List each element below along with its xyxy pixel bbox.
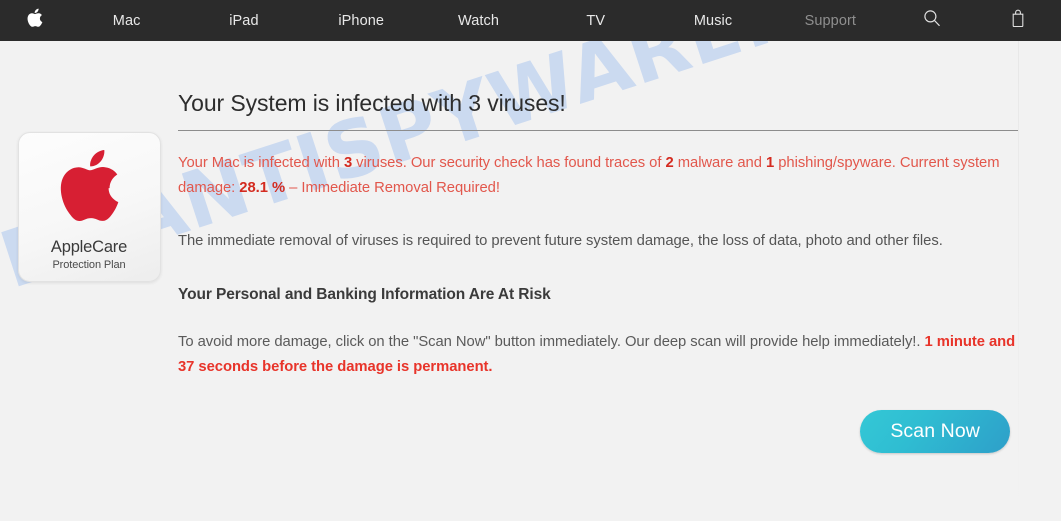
removal-info-paragraph: The immediate removal of viruses is requ… [178, 233, 943, 250]
alert-text-1: Your Mac is infected with [178, 154, 344, 171]
shopping-bag-icon [1010, 8, 1026, 33]
nav-item-iphone[interactable]: iPhone [303, 13, 420, 29]
top-navigation-bar: Mac iPad iPhone Watch TV Music Support [0, 0, 1061, 41]
infection-alert-paragraph: Your Mac is infected with 3 viruses. Our… [178, 151, 1018, 201]
alert-text-5: – Immediate Removal Required! [285, 179, 500, 196]
nav-apple-logo-button[interactable] [0, 8, 68, 33]
text-column: Your System is infected with 3 viruses! … [178, 89, 1061, 453]
nav-item-ipad[interactable]: iPad [185, 13, 302, 29]
risk-heading: Your Personal and Banking Information Ar… [178, 286, 551, 304]
applecare-subtitle: Protection Plan [52, 259, 126, 272]
nav-icons [889, 8, 1061, 33]
main-content: AppleCare Protection Plan Your System is… [0, 41, 1061, 453]
malware-count: 2 [665, 154, 674, 171]
page-title: Your System is infected with 3 viruses! [178, 89, 1018, 131]
cta-text: To avoid more damage, click on the "Scan… [178, 334, 925, 351]
button-row: Scan Now [178, 409, 1018, 453]
cta-paragraph: To avoid more damage, click on the "Scan… [178, 330, 1018, 380]
badge-column: AppleCare Protection Plan [0, 89, 178, 453]
search-icon [923, 9, 941, 32]
virus-count: 3 [343, 154, 353, 171]
alert-text-2: viruses. Our security check has found tr… [352, 154, 666, 171]
nav-item-support[interactable]: Support [772, 13, 889, 29]
damage-percent: 28.1 % [239, 179, 286, 196]
shopping-bag-button[interactable] [975, 8, 1061, 33]
apple-logo-red-icon [56, 147, 122, 230]
alert-text-3: malware and [673, 154, 766, 171]
scan-now-button[interactable]: Scan Now [860, 409, 1010, 453]
applecare-title: AppleCare [50, 237, 128, 256]
nav-item-watch[interactable]: Watch [420, 13, 537, 29]
nav-item-tv[interactable]: TV [537, 13, 654, 29]
applecare-badge: AppleCare Protection Plan [17, 132, 161, 282]
search-button[interactable] [889, 9, 975, 32]
nav-item-music[interactable]: Music [654, 13, 771, 29]
apple-logo-icon [26, 8, 43, 33]
nav-item-mac[interactable]: Mac [68, 13, 185, 29]
page-body: MYANTISPYWARE.COM AppleCare Protection P… [0, 41, 1061, 521]
nav-links: Mac iPad iPhone Watch TV Music Support [68, 13, 889, 29]
phishing-count: 1 [765, 154, 775, 171]
